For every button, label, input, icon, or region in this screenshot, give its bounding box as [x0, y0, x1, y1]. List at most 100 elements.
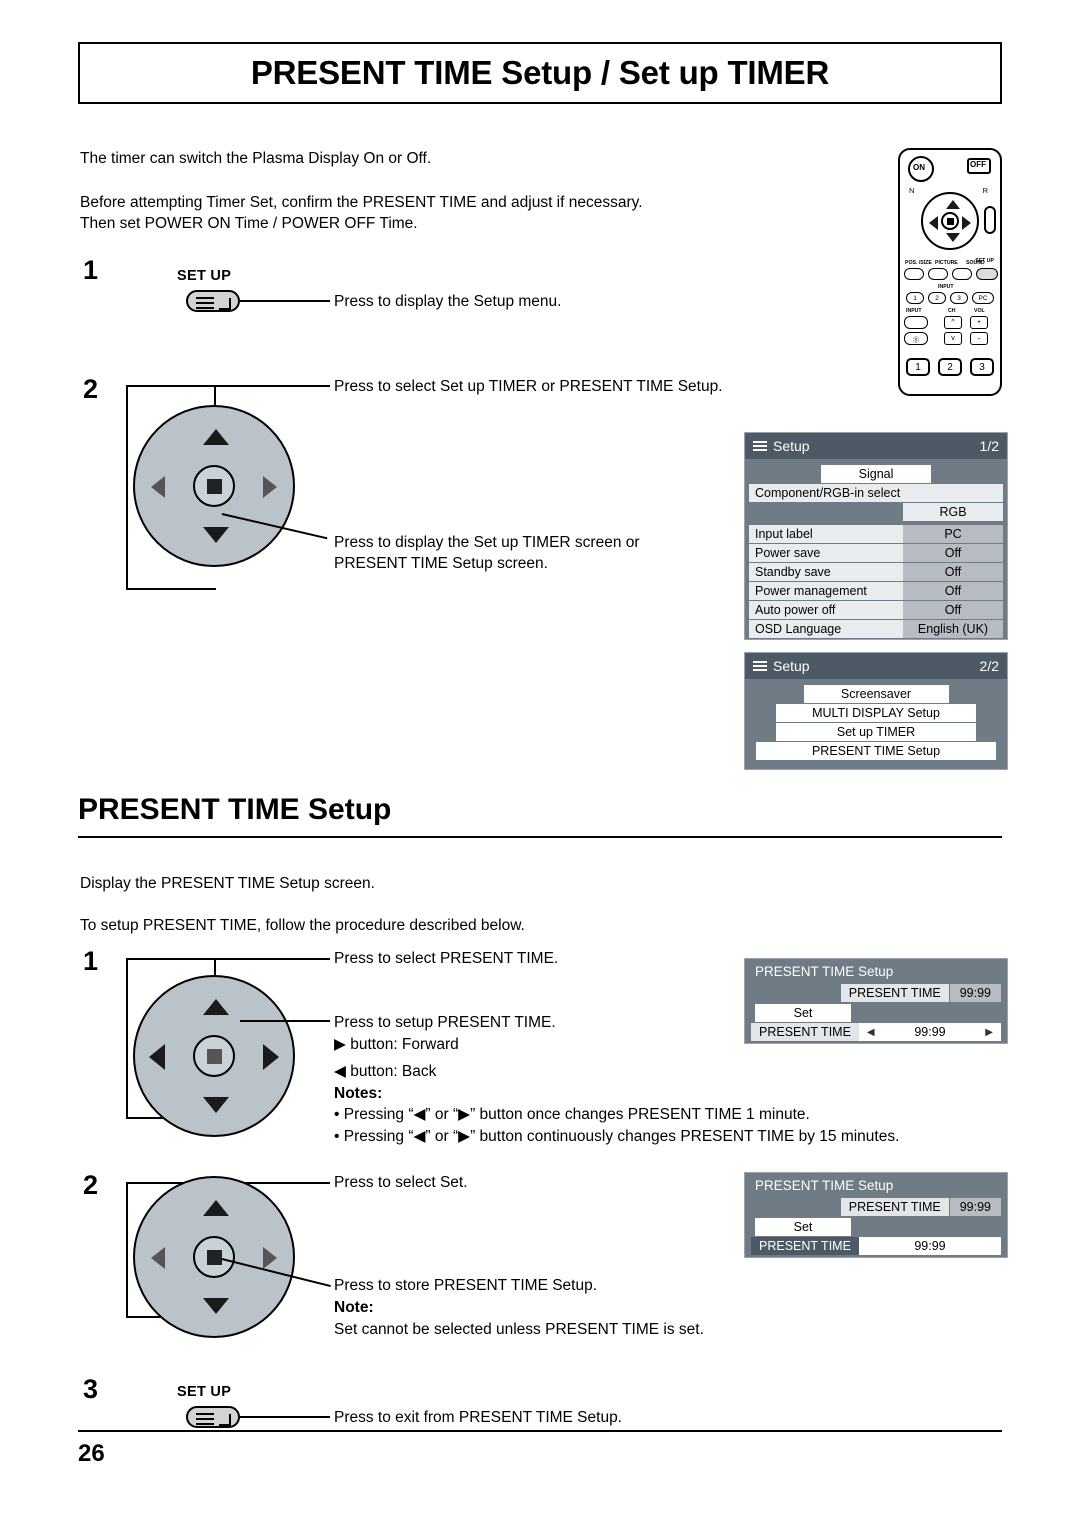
section-line-1: Display the PRESENT TIME Setup screen.: [80, 875, 375, 892]
dpad-right-icon-step2: [263, 476, 277, 498]
remote-bottom-1: 1: [906, 358, 930, 376]
note-text: Set cannot be selected unless PRESENT TI…: [334, 1321, 704, 1338]
osd-setup-1-subrow-label[interactable]: Component/RGB-in select: [749, 484, 1003, 502]
osd-present-time-1-bottom-value: 99:99: [914, 1025, 946, 1039]
osd-row-power-save[interactable]: Power save Off: [749, 544, 1003, 562]
osd-row-standby-save[interactable]: Standby save Off: [749, 563, 1003, 581]
remote-input-button: [904, 316, 928, 329]
page-number: 26: [78, 1440, 105, 1467]
osd-setup-2-titlebar: Setup 2/2: [745, 653, 1007, 679]
dpad-down-icon-b1: [203, 1097, 229, 1113]
intro-line-3: Then set POWER ON Time / POWER OFF Time.: [80, 215, 418, 232]
osd-setup-2-title: Setup: [773, 658, 810, 674]
osd-row-label: Standby save: [749, 563, 903, 581]
document-page: PRESENT TIME Setup / Set up TIMER The ti…: [0, 0, 1080, 1528]
step-2-bracket-top: [126, 385, 216, 387]
remote-picture-label: PICTURE: [935, 260, 958, 266]
set-up-button-icon-2: [186, 1406, 240, 1428]
section-line-2: To setup PRESENT TIME, follow the proced…: [80, 917, 525, 934]
dpad-up-icon-b1: [203, 999, 229, 1015]
bstep1-bracket-vertical: [126, 958, 128, 1118]
dpad-bottom-step1: [133, 975, 295, 1137]
arrow-left-icon: ◀: [866, 1026, 875, 1038]
bstep1-leader-a: [214, 958, 330, 960]
intro-line-1: The timer can switch the Plasma Display …: [80, 150, 432, 167]
osd-present-time-2-bottom-value: 99:99: [914, 1239, 946, 1253]
dpad-bottom-step2: [133, 1176, 295, 1338]
dpad-up-icon-step2: [203, 429, 229, 445]
osd-row-label: Power save: [749, 544, 903, 562]
remote-side-button: [984, 206, 996, 234]
leader-line-step2a: [216, 385, 330, 387]
osd-row-value: Off: [903, 582, 1003, 600]
osd-setup-1-titlebar: Setup 1/2: [745, 433, 1007, 459]
step-1-text: Press to display the Setup menu.: [334, 293, 562, 310]
osd-present-time-1: PRESENT TIME Setup PRESENT TIME 99:99 Se…: [744, 958, 1008, 1044]
remote-ch-up-button: ^: [944, 316, 962, 329]
bottom-step-2-text-2: Press to store PRESENT TIME Setup.: [334, 1277, 598, 1294]
osd-row-value: PC: [903, 525, 1003, 543]
bottom-step-1-number: 1: [83, 946, 99, 976]
osd-setup-page-1: Setup 1/2 Signal Component/RGB-in select…: [744, 432, 1008, 640]
section-rule: [78, 836, 1002, 838]
osd-present-time-1-bottom[interactable]: PRESENT TIME ◀ 99:99 ▶: [751, 1023, 1001, 1041]
osd-item-set-up-timer[interactable]: Set up TIMER: [776, 723, 976, 741]
remote-sound-button: [952, 268, 972, 280]
remote-ch-down-button: v: [944, 332, 962, 345]
remote-dpad-right-icon: [962, 216, 971, 230]
set-up-button-icon: [186, 290, 240, 312]
remote-input-label: INPUT: [906, 308, 922, 314]
osd-item-multi-display-setup[interactable]: MULTI DISPLAY Setup: [776, 704, 976, 722]
dpad-right-icon-b1: [263, 1044, 279, 1070]
remote-control-illustration: ON OFF N R POS. /SIZE PICTURE SOUND SET …: [898, 148, 1002, 396]
dpad-down-icon-b2: [203, 1298, 229, 1314]
osd-present-time-2-row-label: PRESENT TIME: [840, 1198, 949, 1216]
osd-item-screensaver[interactable]: Screensaver: [803, 685, 949, 703]
osd-row-label: OSD Language: [749, 620, 903, 638]
osd-row-value: English (UK): [903, 620, 1003, 638]
osd-row-osd-language[interactable]: OSD Language English (UK): [749, 620, 1003, 638]
osd-present-time-2-bottom[interactable]: PRESENT TIME 99:99: [751, 1237, 1001, 1255]
menu-icon: [753, 660, 767, 672]
dpad-down-icon-step2: [203, 527, 229, 543]
osd-row-value: Off: [903, 544, 1003, 562]
dpad-up-icon-b2: [203, 1200, 229, 1216]
osd-present-time-1-bottom-label: PRESENT TIME: [751, 1023, 859, 1041]
dpad-right-icon-b2: [263, 1247, 277, 1269]
osd-present-time-1-set-button[interactable]: Set: [755, 1004, 851, 1022]
osd-row-value: Off: [903, 563, 1003, 581]
osd-row-auto-power-off[interactable]: Auto power off Off: [749, 601, 1003, 619]
step-2-bracket-vertical: [126, 385, 128, 590]
bottom-step-3-text: Press to exit from PRESENT TIME Setup.: [334, 1409, 622, 1426]
bottom-step-1-text-3: ▶ button: Forward: [334, 1036, 459, 1053]
osd-present-time-2-set-button[interactable]: Set: [755, 1218, 851, 1236]
remote-picture-button: [928, 268, 948, 280]
osd-setup-1-highlight-row[interactable]: Signal: [749, 465, 1003, 483]
step-2-text-b1: Press to display the Set up TIMER screen…: [334, 534, 640, 551]
osd-present-time-2-row[interactable]: PRESENT TIME 99:99: [745, 1198, 1007, 1216]
section-heading: PRESENT TIME Setup: [78, 793, 392, 826]
osd-setup-1-title: Setup: [773, 438, 810, 454]
remote-dpad: [921, 192, 979, 250]
osd-row-label: Input label: [749, 525, 903, 543]
remote-vol-down-button: -: [970, 332, 988, 345]
osd-present-time-1-title: PRESENT TIME Setup: [755, 964, 894, 979]
osd-present-time-1-row-label: PRESENT TIME: [840, 984, 949, 1002]
page-title: PRESENT TIME Setup / Set up TIMER: [250, 54, 830, 91]
remote-ch-label: CH: [948, 308, 956, 314]
dpad-center-b2: [193, 1236, 235, 1278]
menu-lines-icon: [196, 1413, 214, 1425]
menu-lines-icon: [196, 297, 214, 309]
osd-present-time-2-title: PRESENT TIME Setup: [755, 1178, 894, 1193]
osd-row-power-management[interactable]: Power management Off: [749, 582, 1003, 600]
osd-present-time-1-row[interactable]: PRESENT TIME 99:99: [745, 984, 1007, 1002]
bottom-step-1-text-1: Press to select PRESENT TIME.: [334, 950, 559, 967]
remote-dpad-center: [941, 212, 959, 230]
arrow-right-icon: ▶: [985, 1026, 993, 1038]
osd-row-input-label[interactable]: Input label PC: [749, 525, 1003, 543]
osd-setup-1-subvalue[interactable]: RGB: [903, 503, 1003, 521]
bstep2-bracket-vertical: [126, 1182, 128, 1317]
leader-line-step1: [240, 300, 330, 302]
osd-item-present-time-setup[interactable]: PRESENT TIME Setup: [756, 742, 996, 760]
remote-vol-up-button: +: [970, 316, 988, 329]
